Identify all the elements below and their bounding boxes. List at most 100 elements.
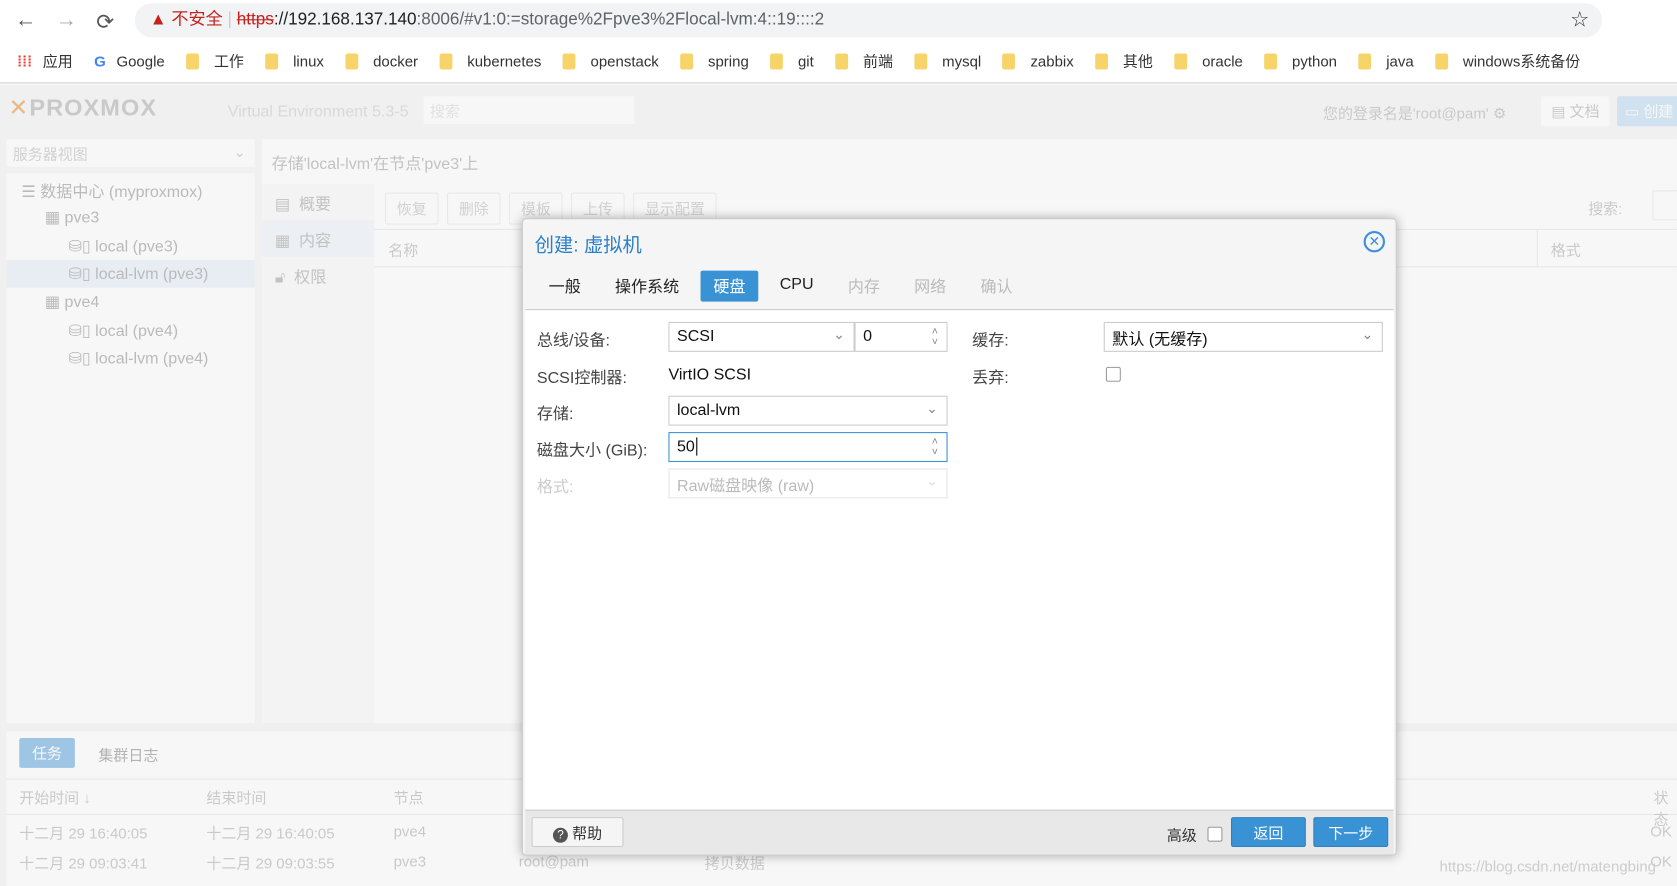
bookmark-item[interactable]: docker bbox=[345, 52, 418, 70]
spinner-icon: ˄ ˅ bbox=[931, 436, 938, 459]
close-icon[interactable]: ✕ bbox=[1363, 231, 1386, 253]
bookmark-item[interactable]: zabbix bbox=[1002, 52, 1074, 70]
folder-icon bbox=[1358, 52, 1372, 69]
address-bar[interactable]: ▲ 不安全 | https://192.168.137.140:8006/#v1… bbox=[134, 3, 1603, 38]
tree-item-label: pve3 bbox=[64, 208, 100, 228]
bookmark-label: linux bbox=[293, 52, 324, 70]
search-label: 搜索: bbox=[1588, 199, 1623, 218]
view-selector[interactable]: 服务器视图 ⌄ bbox=[6, 139, 255, 167]
gear-icon: ⚙ bbox=[1492, 104, 1507, 122]
tab-cluster-log[interactable]: 集群日志 bbox=[98, 744, 158, 765]
bookmark-item[interactable]: oracle bbox=[1174, 52, 1243, 70]
task-cell: 十二月 29 16:40:05 bbox=[19, 824, 148, 842]
tree-item-label: 数据中心 (myproxmox) bbox=[40, 182, 203, 202]
tree-item[interactable]: ⛁▯ local (pve4) bbox=[6, 316, 254, 344]
tab-tasks[interactable]: 任务 bbox=[19, 737, 75, 768]
bookmark-item[interactable]: kubernetes bbox=[439, 52, 541, 70]
back-button[interactable]: 返回 bbox=[1230, 817, 1306, 848]
wizard-tab[interactable]: 确认 bbox=[968, 271, 1026, 302]
chevron-down-icon: ⌄ bbox=[833, 326, 845, 343]
unlock-icon: 🔓︎ bbox=[274, 268, 295, 287]
dialog-footer: ? 帮助 高级 返回 下一步 bbox=[525, 809, 1394, 855]
content-nav-item[interactable]: 🔓︎ 权限 bbox=[262, 257, 374, 293]
wizard-tab[interactable]: CPU bbox=[767, 271, 827, 302]
content-search-input[interactable] bbox=[1652, 190, 1677, 221]
help-button[interactable]: ? 帮助 bbox=[531, 817, 624, 848]
bookmark-item[interactable]: mysql bbox=[914, 52, 981, 70]
bookmark-label: java bbox=[1386, 52, 1414, 70]
header-search[interactable]: 搜索 bbox=[423, 96, 635, 125]
proxmox-logo: ✕PROXMOX bbox=[8, 94, 158, 121]
google-icon: G bbox=[94, 52, 106, 70]
wizard-tab[interactable]: 操作系统 bbox=[602, 271, 692, 302]
back-button[interactable]: ← bbox=[15, 9, 36, 34]
folder-icon bbox=[770, 52, 784, 69]
toolbar-button[interactable]: 删除 bbox=[447, 192, 501, 225]
apps-icon: ⁞⁞⁞ bbox=[17, 52, 33, 70]
bookmark-item[interactable]: G Google bbox=[94, 52, 165, 69]
bookmark-item[interactable]: spring bbox=[680, 52, 749, 70]
url-host: ://192.168.137.140 bbox=[273, 10, 417, 29]
bookmark-label: spring bbox=[707, 52, 749, 70]
wizard-tab[interactable]: 网络 bbox=[901, 271, 959, 302]
col-end-time[interactable]: 结束时间 bbox=[206, 787, 266, 808]
bookmark-item[interactable]: windows系统备份 bbox=[1435, 50, 1580, 71]
tree-item[interactable]: ⛁▯ local (pve3) bbox=[6, 232, 254, 260]
content-nav-item[interactable]: ▦ 内容 bbox=[262, 220, 375, 257]
col-node[interactable]: 节点 bbox=[394, 787, 424, 808]
storage-icon: ⛁▯ bbox=[68, 265, 96, 284]
version-label: Virtual Environment 5.3-5 bbox=[227, 102, 409, 121]
bookmark-item[interactable]: linux bbox=[265, 52, 324, 70]
content-nav-item[interactable]: ▤ 概要 bbox=[262, 184, 374, 220]
discard-checkbox[interactable] bbox=[1105, 366, 1121, 382]
task-cell: 十二月 29 09:03:55 bbox=[206, 854, 335, 872]
tree-item[interactable]: ▦ pve3 bbox=[6, 204, 254, 232]
next-button[interactable]: 下一步 bbox=[1313, 817, 1389, 848]
bus-select[interactable]: SCSI ⌄ bbox=[668, 321, 855, 352]
folder-icon bbox=[1095, 52, 1108, 69]
col-name[interactable]: 名称 bbox=[388, 240, 418, 261]
tree-item[interactable]: ⛁▯ local-lvm (pve4) bbox=[6, 344, 254, 372]
cache-select[interactable]: 默认 (无缓存) ⌄ bbox=[1103, 321, 1383, 352]
bookmark-label: 工作 bbox=[213, 52, 244, 70]
bookmark-label: Google bbox=[116, 52, 165, 70]
tree-item[interactable]: ☰ 数据中心 (myproxmox) bbox=[6, 175, 254, 203]
device-stepper[interactable]: 0 ˄ ˅ bbox=[854, 321, 948, 352]
tree-item[interactable]: ▦ pve4 bbox=[6, 288, 254, 316]
url-scheme: https bbox=[236, 10, 274, 29]
bookmark-item[interactable]: 前端 bbox=[835, 50, 893, 71]
col-start-time[interactable]: 开始时间 ↓ bbox=[19, 787, 91, 808]
bookmark-item[interactable]: java bbox=[1358, 52, 1414, 70]
bookmark-item[interactable]: python bbox=[1264, 52, 1337, 70]
help-icon: ? bbox=[552, 827, 568, 843]
col-format[interactable]: 格式 bbox=[1536, 229, 1661, 267]
tree-item[interactable]: ⛁▯ local-lvm (pve3) bbox=[6, 259, 255, 288]
task-cell: pve4 bbox=[393, 822, 427, 840]
bookmark-item[interactable]: openstack bbox=[562, 52, 659, 70]
bookmark-item[interactable]: ⁞⁞⁞ 应用 bbox=[17, 50, 73, 71]
wizard-tab[interactable]: 内存 bbox=[835, 271, 893, 302]
reload-button[interactable]: ⟳ bbox=[96, 9, 114, 36]
create-vm-button[interactable]: ▭ 创建 bbox=[1617, 96, 1677, 127]
bookmark-item[interactable]: 工作 bbox=[186, 50, 244, 71]
format-select[interactable]: Raw磁盘映像 (raw) ⌄ bbox=[668, 468, 948, 499]
storage-select[interactable]: local-lvm ⌄ bbox=[668, 395, 948, 426]
storage-icon: ⛁▯ bbox=[68, 236, 96, 256]
bookmark-item[interactable]: 其他 bbox=[1095, 50, 1153, 71]
cache-label: 缓存: bbox=[972, 331, 1009, 350]
folder-icon bbox=[835, 52, 849, 69]
folder-icon bbox=[1435, 52, 1448, 69]
wizard-tab[interactable]: 一般 bbox=[536, 271, 594, 302]
disk-size-input[interactable]: 50 ˄ ˅ bbox=[668, 432, 948, 463]
bookmark-label: 其他 bbox=[1122, 52, 1153, 70]
storage-label: 存储: bbox=[536, 405, 574, 424]
advanced-checkbox[interactable] bbox=[1207, 826, 1223, 842]
star-icon[interactable]: ☆ bbox=[1570, 3, 1589, 37]
bookmark-label: zabbix bbox=[1030, 52, 1074, 70]
wizard-tab[interactable]: 硬盘 bbox=[700, 270, 759, 302]
docs-button[interactable]: ▤ 文档 bbox=[1541, 96, 1610, 127]
toolbar-button[interactable]: 恢复 bbox=[385, 192, 439, 225]
forward-button[interactable]: → bbox=[56, 9, 77, 34]
bookmark-item[interactable]: git bbox=[770, 52, 814, 70]
folder-icon bbox=[680, 52, 694, 69]
